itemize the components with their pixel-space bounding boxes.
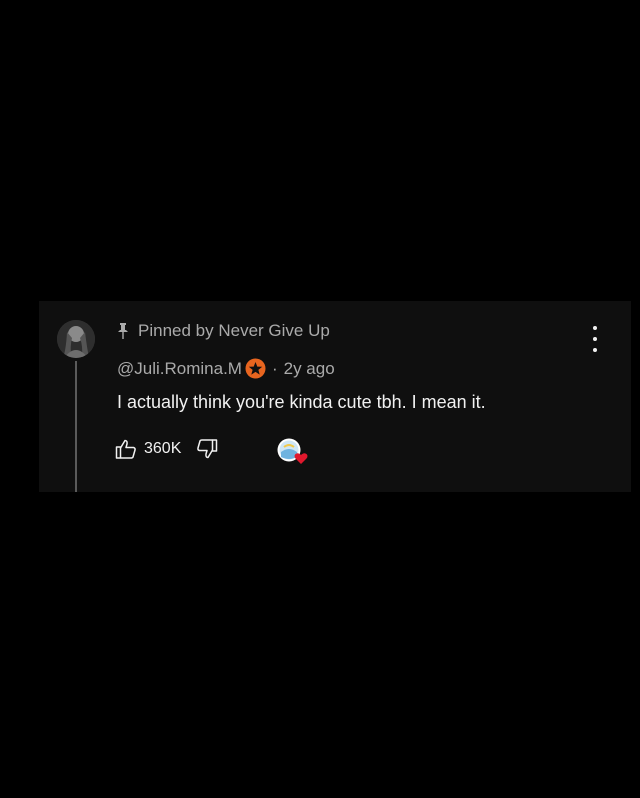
thumbs-up-icon (115, 438, 137, 460)
star-badge-icon (245, 358, 266, 379)
separator: · (271, 358, 278, 378)
avatar-image (57, 320, 95, 358)
comment-text: I actually think you're kinda cute tbh. … (117, 392, 486, 412)
more-options-button[interactable] (585, 326, 605, 352)
comment-actions: 360K (115, 438, 218, 460)
avatar[interactable] (57, 320, 95, 358)
comment-header: @Juli.Romina.M · 2y ago (117, 358, 335, 379)
page: Pinned by Never Give Up @Juli.Romina.M ·… (0, 0, 640, 798)
thumbs-down-icon[interactable] (196, 438, 218, 460)
pinned-indicator: Pinned by Never Give Up (117, 321, 330, 341)
pinned-comment: Pinned by Never Give Up @Juli.Romina.M ·… (39, 301, 631, 492)
author-name[interactable]: @Juli.Romina.M (117, 359, 242, 379)
creator-heart-icon[interactable] (276, 437, 310, 467)
thread-line (75, 361, 77, 492)
pinned-label: Pinned by Never Give Up (138, 321, 330, 340)
like-count: 360K (144, 440, 182, 457)
like-button[interactable]: 360K (115, 438, 181, 460)
timestamp[interactable]: 2y ago (284, 359, 335, 379)
pin-icon (117, 323, 129, 339)
more-vertical-icon (593, 326, 597, 330)
